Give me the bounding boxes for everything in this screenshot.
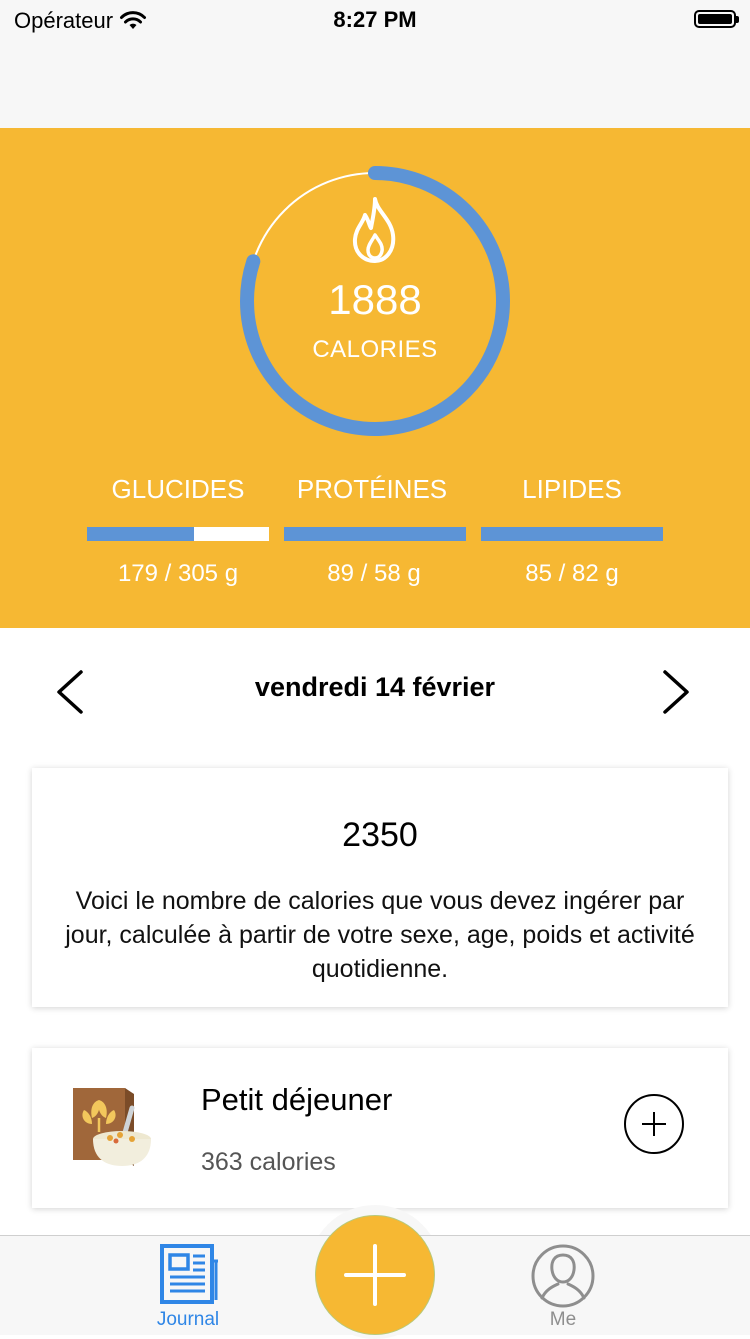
macro-label-glucides: GLUCIDES (111, 474, 245, 504)
calorie-goal-card: 2350 Voici le nombre de calories que vou… (32, 768, 728, 1007)
calories-value: 1888 (328, 276, 422, 323)
tab-me[interactable]: Me (488, 1236, 638, 1335)
date-navigation: vendredi 14 février (0, 640, 750, 740)
macro-bar-proteines (284, 527, 466, 541)
calorie-goal-value: 2350 (342, 816, 418, 854)
tab-journal[interactable]: Journal (113, 1236, 263, 1335)
macro-label-lipides: LIPIDES (522, 474, 622, 504)
plus-icon (642, 1112, 666, 1136)
journal-icon (160, 1244, 218, 1304)
macro-value-lipides: 85 / 82 g (525, 560, 619, 587)
macro-value-glucides: 179 / 305 g (117, 560, 239, 587)
add-food-button[interactable] (624, 1094, 684, 1154)
tab-label-journal: Journal (156, 1309, 220, 1330)
macro-bar-fill-glucides (87, 527, 195, 541)
navigation-bar (0, 40, 750, 129)
user-icon (531, 1244, 595, 1308)
battery-icon (694, 10, 739, 28)
chevron-right-icon (663, 670, 689, 714)
macro-bar-fill-proteines (284, 527, 466, 541)
macro-bar-fill-lipides (481, 527, 663, 541)
center-add-button[interactable] (315, 1215, 435, 1335)
current-date-label: vendredi 14 février (254, 672, 496, 702)
tab-label-me: Me (549, 1309, 577, 1330)
macro-bar-lipides (481, 527, 663, 541)
meal-title: Petit déjeuner (201, 1082, 393, 1117)
cereal-bowl-icon (73, 1088, 151, 1166)
macro-value-proteines: 89 / 58 g (327, 560, 421, 587)
status-bar: Opérateur 8:27 PM (0, 0, 750, 40)
macro-label-proteines: PROTÉINES (296, 474, 448, 504)
meal-calories: 363 calories (201, 1148, 336, 1176)
calorie-goal-description: Voici le nombre de calories que vous dev… (65, 887, 695, 983)
meal-card-breakfast[interactable]: Petit déjeuner 363 calories (32, 1048, 728, 1208)
next-day-button[interactable] (652, 664, 700, 720)
calories-label: CALORIES (312, 336, 438, 363)
plus-icon (344, 1244, 406, 1306)
flame-icon (352, 197, 396, 263)
status-time: 8:27 PM (333, 7, 417, 32)
macro-bar-glucides (87, 527, 269, 541)
